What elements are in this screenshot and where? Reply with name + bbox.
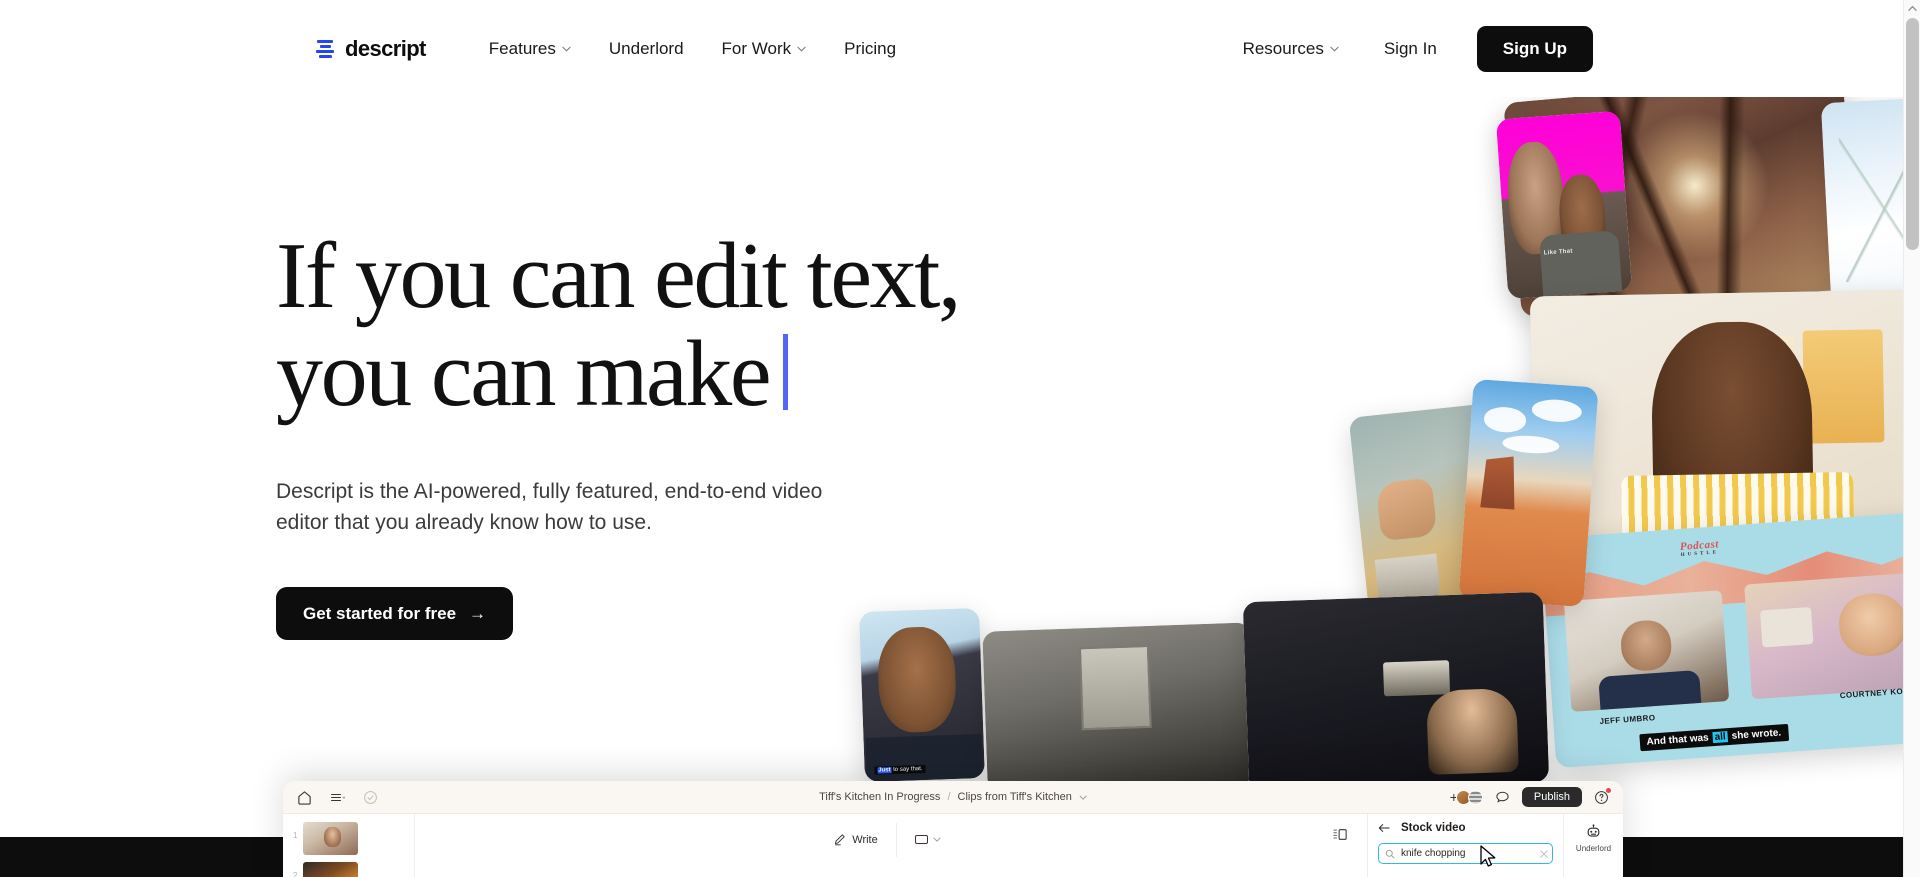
menu-icon[interactable] bbox=[329, 789, 346, 806]
breadcrumb-parent[interactable]: Tiff's Kitchen In Progress bbox=[819, 791, 940, 803]
site-header: descript Features Underlord For Work Pri… bbox=[0, 0, 1903, 97]
chevron-down-icon[interactable] bbox=[1079, 795, 1087, 800]
page-title: If you can edit text, you can make bbox=[276, 224, 961, 426]
chevron-down-icon bbox=[933, 837, 941, 842]
nav-item-features[interactable]: Features bbox=[470, 31, 590, 67]
app-toolbar: Tiff's Kitchen In Progress / Clips from … bbox=[283, 781, 1623, 814]
sign-up-button[interactable]: Sign Up bbox=[1476, 25, 1593, 72]
podcast-speaker-left: JEFF UMBRO bbox=[1599, 712, 1656, 726]
descript-logo[interactable]: descript bbox=[314, 36, 426, 62]
nav-item-underlord[interactable]: Underlord bbox=[590, 31, 703, 67]
clip-number: 1 bbox=[293, 831, 298, 840]
write-label: Write bbox=[852, 833, 878, 846]
collage-photo-tree bbox=[1503, 73, 1861, 318]
panel-header: Stock video bbox=[1378, 822, 1553, 834]
nav-item-pricing[interactable]: Pricing bbox=[825, 31, 915, 67]
panel-title: Stock video bbox=[1401, 822, 1466, 834]
notification-dot bbox=[1606, 787, 1611, 793]
collage-photo-desk bbox=[1242, 591, 1550, 793]
aspect-ratio-icon bbox=[914, 835, 928, 844]
pink-shirt-text: Like That bbox=[1543, 248, 1573, 257]
collage-photo-boutique bbox=[1529, 289, 1920, 542]
close-icon[interactable] bbox=[1539, 849, 1549, 859]
chevron-down-icon bbox=[1330, 46, 1339, 52]
podcast-caption: And that was all she wrote. bbox=[1638, 723, 1789, 751]
underlord-robot-icon[interactable] bbox=[1585, 824, 1602, 841]
clip-thumbnail[interactable] bbox=[303, 862, 359, 877]
hero-subheading: Descript is the AI-powered, fully featur… bbox=[276, 479, 823, 535]
nav-label: Underlord bbox=[608, 38, 684, 58]
get-started-button[interactable]: Get started for free → bbox=[276, 587, 514, 641]
list-item[interactable]: 2 bbox=[293, 862, 408, 877]
stock-video-panel: Stock video bbox=[1367, 814, 1563, 877]
search-input[interactable] bbox=[1401, 848, 1533, 859]
editor-toolbar: Write bbox=[415, 814, 1367, 857]
clip-thumbnail[interactable] bbox=[303, 822, 359, 855]
editor-canvas: Write bbox=[415, 814, 1367, 877]
nav-item-resources[interactable]: Resources bbox=[1224, 31, 1358, 67]
cta-label: Get started for free bbox=[303, 603, 457, 623]
avatar[interactable] bbox=[1467, 789, 1483, 805]
nav-label: Features bbox=[488, 38, 556, 58]
collage-photo-podcast: Podcast HUSTLE JEFF UMBRO COURTNEY KOCAK… bbox=[1540, 511, 1920, 769]
app-toolbar-right: + Publish bbox=[1450, 787, 1611, 807]
chevron-down-icon bbox=[797, 46, 806, 52]
logo-wordmark: descript bbox=[345, 35, 426, 61]
descript-app-window: Tiff's Kitchen In Progress / Clips from … bbox=[283, 781, 1623, 877]
hero-section: If you can edit text, you can make Descr… bbox=[276, 224, 961, 641]
chevron-down-icon bbox=[562, 46, 571, 52]
collage-photo-desert bbox=[1458, 378, 1599, 608]
podcast-brand: Podcast HUSTLE bbox=[1679, 537, 1720, 558]
man-caption: Just to say that. bbox=[874, 765, 926, 775]
split-layout-icon[interactable] bbox=[1333, 828, 1347, 846]
nav-label: Resources bbox=[1242, 38, 1324, 58]
arrow-left-icon[interactable] bbox=[1378, 823, 1390, 833]
headline-line-2: you can make bbox=[276, 321, 772, 426]
publish-button[interactable]: Publish bbox=[1521, 787, 1582, 807]
collage-photo-kitchen bbox=[1348, 403, 1512, 642]
collaborator-avatars[interactable]: + bbox=[1450, 789, 1483, 805]
sign-in-link[interactable]: Sign In bbox=[1362, 31, 1459, 67]
underlord-label: Underlord bbox=[1575, 844, 1612, 853]
descript-waveform-icon bbox=[314, 38, 336, 60]
chevron-up-icon[interactable] bbox=[1904, 0, 1920, 17]
aspect-ratio-selector[interactable] bbox=[914, 835, 941, 844]
comment-icon[interactable] bbox=[1494, 789, 1511, 806]
underlord-rail: Underlord bbox=[1563, 814, 1623, 877]
toolbar-divider bbox=[895, 822, 897, 857]
arrow-right-icon: → bbox=[469, 603, 487, 623]
caption-highlight-word: all bbox=[1712, 730, 1729, 743]
check-circle-icon[interactable] bbox=[362, 789, 379, 806]
collage-photo-studio bbox=[982, 622, 1256, 792]
collage-photo-pink-duo: Like That bbox=[1495, 110, 1633, 300]
list-item[interactable]: 1 bbox=[293, 822, 408, 855]
home-icon[interactable] bbox=[296, 789, 313, 806]
page-scrollbar[interactable] bbox=[1903, 0, 1920, 877]
breadcrumb-separator: / bbox=[947, 791, 951, 803]
headline-line-1: If you can edit text, bbox=[276, 224, 961, 328]
stock-video-search[interactable] bbox=[1378, 843, 1553, 864]
pen-icon bbox=[835, 834, 845, 846]
headline-line-2-row: you can make bbox=[276, 321, 959, 426]
text-cursor-icon bbox=[783, 333, 789, 410]
help-circle-icon[interactable] bbox=[1593, 787, 1611, 806]
app-body: 1 2 Write Stock video knife chopping Und… bbox=[283, 814, 1623, 877]
nav-label: For Work bbox=[721, 38, 792, 58]
write-button[interactable]: Write bbox=[833, 833, 878, 846]
nav-label: Pricing bbox=[844, 38, 897, 58]
search-icon bbox=[1385, 849, 1395, 858]
breadcrumb-current[interactable]: Clips from Tiff's Kitchen bbox=[958, 791, 1072, 803]
breadcrumb: Tiff's Kitchen In Progress / Clips from … bbox=[819, 791, 1087, 803]
nav-item-for-work[interactable]: For Work bbox=[703, 31, 826, 67]
clip-number: 2 bbox=[293, 871, 298, 877]
scrollbar-thumb[interactable] bbox=[1906, 18, 1919, 250]
clips-sidebar: 1 2 bbox=[283, 814, 415, 877]
